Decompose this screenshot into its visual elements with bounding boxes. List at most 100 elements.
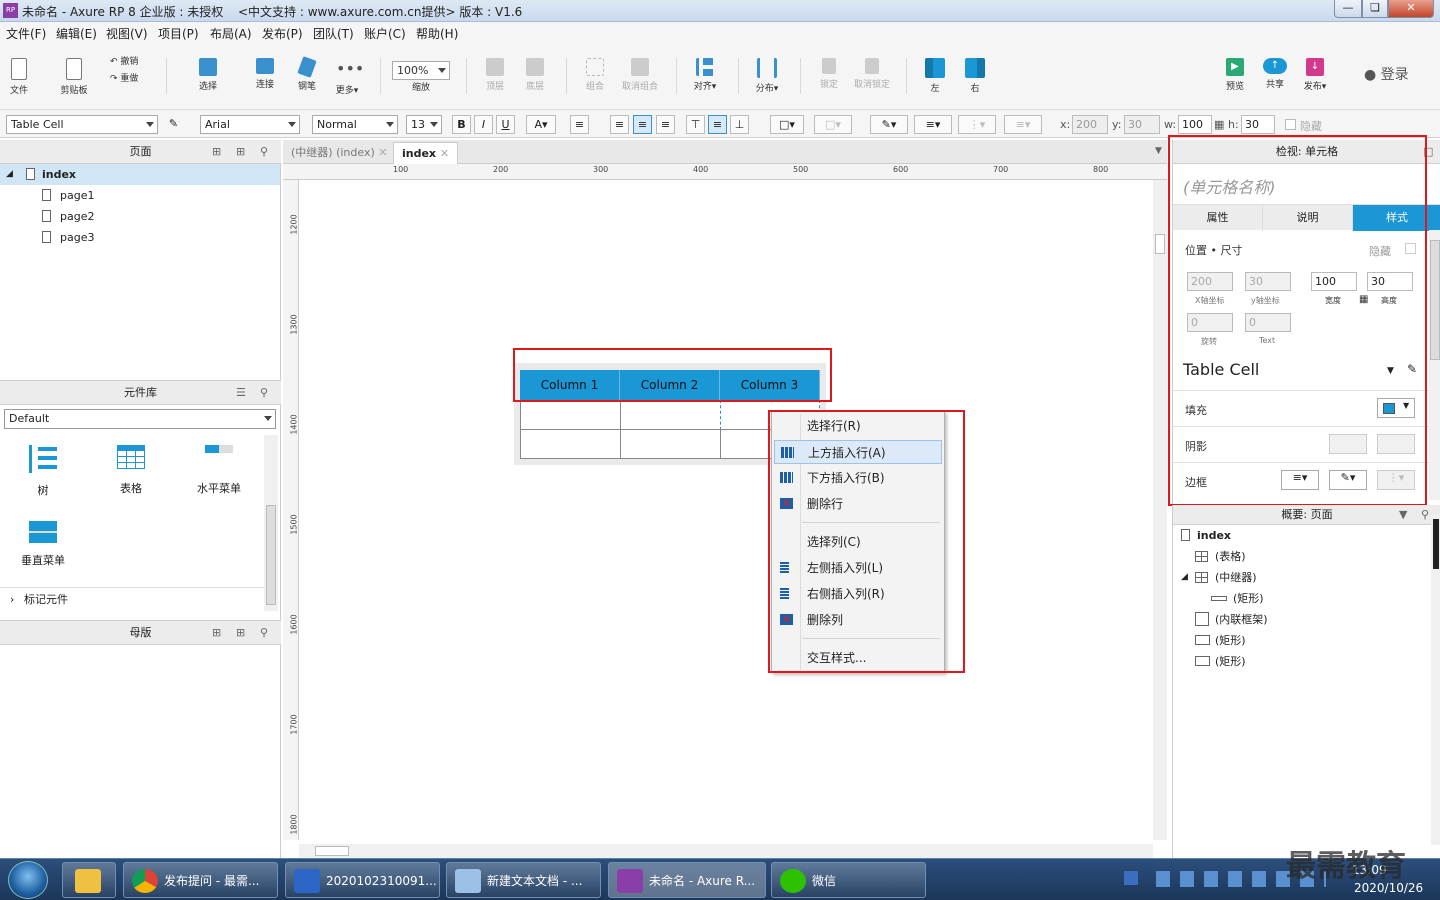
start-button[interactable] xyxy=(8,861,48,899)
align-right-button[interactable]: ≡ xyxy=(656,115,675,134)
widget-vertical-menu[interactable]: 垂直菜单 xyxy=(18,521,68,568)
redo-button[interactable]: ↷ 重做 xyxy=(110,71,150,84)
menu-help[interactable]: 帮助(H) xyxy=(416,25,458,42)
outline-item[interactable]: (矩形) xyxy=(1173,588,1428,609)
preview-button[interactable]: ▶ 预览 xyxy=(1220,58,1250,92)
align-center-button[interactable]: ≡ xyxy=(633,115,652,134)
fill-color-button[interactable]: □▾ xyxy=(770,115,804,134)
menu-view[interactable]: 视图(V) xyxy=(106,25,148,42)
outline-item[interactable]: ◢ (中继器) xyxy=(1173,567,1428,588)
line-color-button[interactable]: ✎▾ xyxy=(870,115,908,134)
publish-button[interactable]: ↓ 发布▾ xyxy=(1298,58,1332,92)
ime-icon[interactable] xyxy=(1124,871,1138,885)
library-scrollbar-thumb[interactable] xyxy=(266,505,276,605)
table-cell[interactable] xyxy=(620,429,721,459)
taskbar-item-axure[interactable]: 未命名 - Axure R... xyxy=(608,862,766,898)
canvas-vscrollbar-thumb[interactable] xyxy=(1155,234,1165,254)
file-button[interactable]: 文件 xyxy=(6,58,32,96)
close-tab-icon[interactable]: ✕ xyxy=(378,146,387,159)
widget-horizontal-menu[interactable]: 水平菜单 xyxy=(190,445,248,496)
close-tab-icon[interactable]: ✕ xyxy=(440,147,449,160)
page-item-page1[interactable]: page1 xyxy=(0,185,280,206)
pen-button[interactable]: 钢笔 xyxy=(292,56,322,92)
underline-button[interactable]: U xyxy=(496,115,515,134)
valign-top-button[interactable]: ⊤ xyxy=(686,115,705,134)
library-select[interactable]: Default xyxy=(4,409,276,429)
font-size-select[interactable]: 13 xyxy=(406,115,442,134)
canvas-hscrollbar[interactable] xyxy=(299,844,1153,858)
explorer-taskbar-button[interactable] xyxy=(62,862,116,898)
undo-button[interactable]: ↶ 撤销 xyxy=(110,54,150,67)
left-panel-button[interactable]: 左 xyxy=(922,58,948,94)
library-scrollbar[interactable] xyxy=(264,435,278,611)
lock-button[interactable]: 锁定 xyxy=(814,58,844,90)
markup-widgets-section[interactable]: › 标记元件 xyxy=(0,587,264,611)
outline-item[interactable]: index xyxy=(1173,525,1428,546)
tab-repeater[interactable]: (中继器) (index) ✕ xyxy=(283,142,395,164)
canvas-hscrollbar-thumb[interactable] xyxy=(315,846,349,856)
x-input[interactable]: 200 xyxy=(1072,115,1108,134)
valign-bottom-button[interactable]: ⊥ xyxy=(730,115,749,134)
table-cell[interactable] xyxy=(620,400,721,430)
font-family-select[interactable]: Arial xyxy=(200,115,300,134)
outline-scrollbar[interactable] xyxy=(1431,515,1440,845)
widget-tree[interactable]: 树 xyxy=(18,445,68,498)
tab-index[interactable]: index ✕ xyxy=(393,142,459,164)
bring-to-top-button[interactable]: 顶层 xyxy=(480,58,510,92)
menu-layout[interactable]: 布局(A) xyxy=(210,25,252,42)
align-button[interactable]: 对齐▾ xyxy=(688,58,722,92)
h-input[interactable]: 30 xyxy=(1241,115,1275,134)
style-edit-icon[interactable]: ✎ xyxy=(164,115,183,134)
add-page-icon[interactable]: ⊞ xyxy=(212,140,221,164)
maximize-button[interactable]: ❏ xyxy=(1362,0,1388,18)
clipboard-button[interactable]: 剪贴板 xyxy=(56,58,92,96)
add-folder-icon[interactable]: ⊞ xyxy=(236,140,245,164)
italic-button[interactable]: I xyxy=(474,115,493,134)
connect-button[interactable]: 连接 xyxy=(250,58,280,90)
zoom-select[interactable]: 100% xyxy=(392,61,450,80)
line-style-button[interactable]: ⋮▾ xyxy=(958,115,996,134)
outline-item[interactable]: (表格) xyxy=(1173,546,1428,567)
widget-table[interactable]: 表格 xyxy=(106,445,156,496)
canvas-vscrollbar[interactable] xyxy=(1153,180,1167,840)
unlock-button[interactable]: 取消锁定 xyxy=(850,58,894,90)
library-menu-icon[interactable]: ☰ xyxy=(236,381,246,405)
close-window-button[interactable]: ✕ xyxy=(1388,0,1434,18)
taskbar-item-notepad[interactable]: 新建文本文档 - ... xyxy=(446,862,601,898)
menu-team[interactable]: 团队(T) xyxy=(313,25,354,42)
search-outline-icon[interactable]: ⚲ xyxy=(1421,505,1429,525)
line-width-button[interactable]: ≡▾ xyxy=(914,115,952,134)
more-button[interactable]: ••• 更多▾ xyxy=(330,58,365,96)
constrain-icon[interactable]: ▦ xyxy=(1214,118,1224,131)
ungroup-button[interactable]: 取消组合 xyxy=(618,58,662,92)
outline-item[interactable]: (内联框架) xyxy=(1173,609,1428,630)
menu-project[interactable]: 项目(P) xyxy=(158,25,199,42)
arrow-style-button[interactable]: ≡▾ xyxy=(1004,115,1042,134)
search-masters-icon[interactable]: ⚲ xyxy=(260,621,268,645)
menu-edit[interactable]: 编辑(E) xyxy=(56,25,97,42)
style-select[interactable]: Table Cell xyxy=(6,115,158,134)
search-library-icon[interactable]: ⚲ xyxy=(260,381,268,405)
align-left-button[interactable]: ≡ xyxy=(610,115,629,134)
minimize-button[interactable]: — xyxy=(1334,0,1362,18)
distribute-button[interactable]: 分布▾ xyxy=(750,58,784,94)
collapse-icon[interactable]: ◢ xyxy=(1181,567,1188,588)
menu-file[interactable]: 文件(F) xyxy=(6,25,46,42)
page-item-page2[interactable]: page2 xyxy=(0,206,280,227)
shadow-button[interactable]: □▾ xyxy=(814,115,852,134)
font-color-button[interactable]: A▾ xyxy=(526,115,556,134)
tab-list-icon[interactable]: ▼ xyxy=(1155,146,1162,156)
right-panel-button[interactable]: 右 xyxy=(962,58,988,94)
menu-account[interactable]: 账户(C) xyxy=(364,25,406,42)
login-button[interactable]: ● 登录 xyxy=(1364,64,1409,84)
table-cell[interactable] xyxy=(520,400,621,430)
add-master-folder-icon[interactable]: ⊞ xyxy=(236,621,245,645)
inspector-scrollbar[interactable] xyxy=(1429,230,1440,500)
menu-publish[interactable]: 发布(P) xyxy=(262,25,303,42)
canvas[interactable] xyxy=(299,180,1153,840)
y-input[interactable]: 30 xyxy=(1124,115,1160,134)
outline-item[interactable]: (矩形) xyxy=(1173,630,1428,651)
bullet-list-button[interactable]: ≡ xyxy=(570,115,589,134)
taskbar-item-word[interactable]: 2020102310091... xyxy=(285,862,440,898)
table-cell[interactable] xyxy=(520,429,621,459)
